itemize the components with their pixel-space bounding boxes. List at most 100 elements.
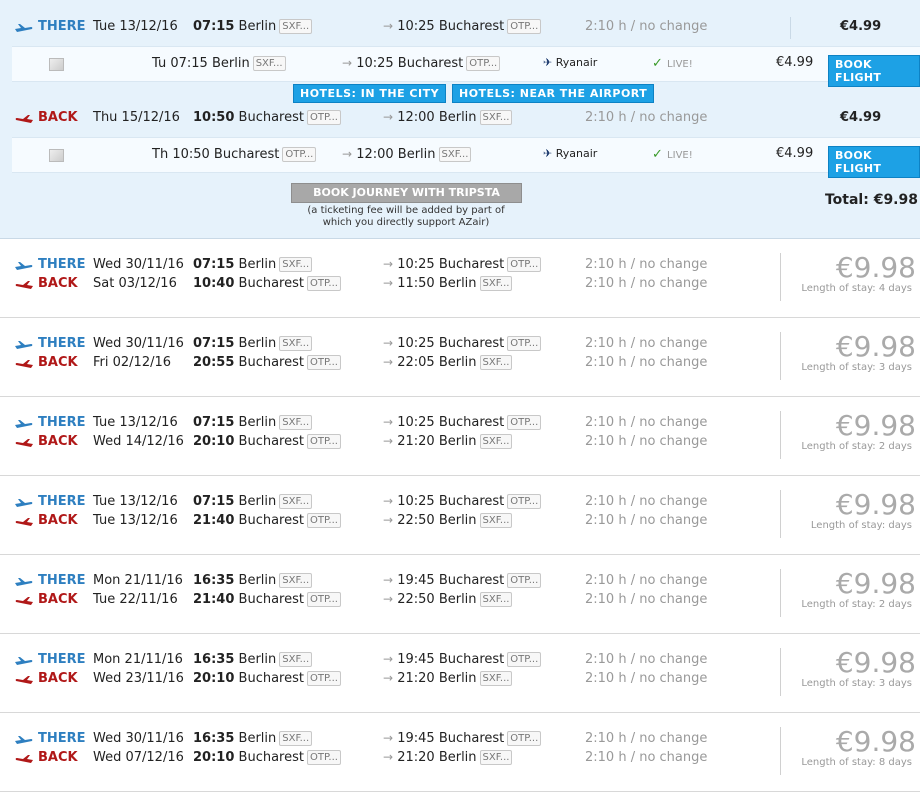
airline-logo-icon (49, 58, 64, 71)
back-departure: 21:40 Bucharest OTP... (193, 592, 341, 607)
hotels-city-button[interactable]: HOTELS: IN THE CITY (293, 84, 447, 103)
there-duration: 2:10 h / no change (585, 573, 708, 588)
arrow-right-icon: → (383, 434, 394, 448)
there-arrival: → 10:25 Bucharest OTP... (383, 336, 542, 351)
departure-city: Bucharest (238, 750, 304, 765)
divider (790, 17, 791, 39)
harp-icon: ✈︎ (543, 56, 553, 69)
airport-code: OTP... (306, 434, 341, 449)
arrival-time: 19:45 (397, 731, 435, 746)
departure-city: Berlin (238, 257, 277, 272)
back-segment: Th 10:50 Bucharest OTP... → 12:00 Berlin S… (12, 137, 920, 178)
total-price: €9.98 (835, 725, 916, 758)
departure-time: 07:15 (193, 336, 235, 351)
plane-return-icon (15, 439, 33, 447)
segment-airline: ✈︎ Ryanair (543, 56, 597, 69)
arrival-time: 10:25 (397, 257, 435, 272)
there-day: Wed 30/11/16 (93, 731, 184, 746)
arrival-time: 22:50 (397, 592, 435, 607)
airport-code: OTP... (306, 671, 341, 686)
back-label: BACK (38, 355, 78, 370)
plane-return-icon (15, 360, 33, 368)
airport-code: SXF... (279, 336, 313, 351)
there-line: THERE Wed 30/11/16 07:15 Berlin SXF... → … (0, 257, 920, 277)
plane-return-icon (15, 115, 33, 123)
arrow-right-icon: → (383, 415, 394, 429)
back-duration: 2:10 h / no change (585, 671, 708, 686)
there-label: THERE (38, 415, 86, 430)
plane-departure-icon (15, 420, 33, 428)
departure-time: 21:40 (193, 592, 235, 607)
result-row[interactable]: THERE Tue 13/12/16 07:15 Berlin SXF... → … (0, 476, 920, 555)
there-line: THERE Tue 13/12/16 07:15 Berlin SXF... → … (0, 494, 920, 514)
airport-code: SXF... (438, 147, 472, 162)
result-row[interactable]: THERE Mon 21/11/16 16:35 Berlin SXF... → … (0, 555, 920, 634)
plane-departure-icon (15, 499, 33, 507)
result-row[interactable]: THERE Tue 13/12/16 07:15 Berlin SXF... → … (0, 397, 920, 476)
book-journey-button[interactable]: BOOK JOURNEY WITH TRIPSTA (291, 183, 522, 203)
departure-city: Bucharest (238, 592, 304, 607)
departure-time: 07:15 (193, 257, 235, 272)
there-day: Mon 21/11/16 (93, 652, 183, 667)
total-price: €9.98 (835, 567, 916, 600)
arrow-right-icon: → (383, 276, 394, 290)
back-label: BACK (38, 434, 78, 449)
back-departure: 20:55 Bucharest OTP... (193, 355, 341, 370)
back-duration: 2:10 h / no change (585, 592, 708, 607)
airport-code: OTP... (282, 147, 317, 162)
back-label: BACK (38, 592, 78, 607)
segment-arr: 10:25 Bucharest (356, 56, 464, 71)
airport-code: OTP... (507, 494, 542, 509)
back-line: BACK Tue 22/11/16 21:40 Bucharest OTP... … (0, 592, 920, 612)
segment-price: €4.99 (776, 146, 814, 161)
arrival-time: 21:20 (397, 671, 435, 686)
result-row[interactable]: THERE Wed 30/11/16 07:15 Berlin SXF... → … (0, 239, 920, 318)
segment-day-time: Tu 07:15 (152, 56, 208, 71)
back-departure: 10:40 Bucharest OTP... (193, 276, 341, 291)
back-line: BACK Wed 23/11/16 20:10 Bucharest OTP... … (0, 671, 920, 691)
result-row[interactable]: THERE Mon 21/11/16 16:35 Berlin SXF... → … (0, 634, 920, 713)
airport-code: OTP... (507, 652, 542, 667)
hotels-airport-button[interactable]: HOTELS: NEAR THE AIRPORT (452, 84, 655, 103)
arrow-right-icon: → (383, 19, 394, 33)
there-line: THERE Mon 21/11/16 16:35 Berlin SXF... → … (0, 652, 920, 672)
segment-price: €4.99 (776, 55, 814, 70)
departure-time: 20:10 (193, 434, 235, 449)
there-duration: 2:10 h / no change (585, 19, 708, 34)
back-departure: 10:50 Bucharest OTP... (193, 110, 341, 125)
there-line: THERE Tue 13/12/16 07:15 Berlin SXF... → … (0, 415, 920, 435)
airport-code: OTP... (507, 573, 542, 588)
airport-code: SXF... (279, 19, 313, 34)
total-price: €9.98 (835, 646, 916, 679)
back-label: BACK (38, 513, 78, 528)
arrival-time: 10:25 (397, 336, 435, 351)
book-flight-button[interactable]: BOOK FLIGHT (828, 146, 920, 178)
result-row[interactable]: THERE Wed 30/11/16 16:35 Berlin SXF... → … (0, 713, 920, 792)
airport-code: SXF... (279, 494, 313, 509)
length-of-stay: Length of stay: 2 days (801, 441, 912, 452)
back-line: BACK Sat 03/12/16 10:40 Bucharest OTP... … (0, 276, 920, 296)
back-day: Thu 15/12/16 (93, 110, 180, 125)
length-of-stay: Length of stay: 3 days (801, 362, 912, 373)
departure-time: 07:15 (193, 415, 235, 430)
result-row[interactable]: THERE Wed 30/11/16 07:15 Berlin SXF... → … (0, 318, 920, 397)
back-day: Tue 22/11/16 (93, 592, 178, 607)
there-label: THERE (38, 257, 86, 272)
book-flight-button[interactable]: BOOK FLIGHT (828, 55, 920, 87)
there-departure: 16:35 Berlin SXF... (193, 652, 313, 667)
segment-airline: ✈︎ Ryanair (543, 147, 597, 160)
length-of-stay: Length of stay: 2 days (801, 599, 912, 610)
airport-code: OTP... (306, 355, 341, 370)
departure-city: Berlin (238, 19, 277, 34)
arrival-city: Bucharest (438, 652, 505, 667)
back-arrival: → 21:20 Berlin SXF... (383, 434, 513, 449)
arrival-city: Bucharest (438, 415, 505, 430)
there-duration: 2:10 h / no change (585, 494, 708, 509)
departure-city: Berlin (238, 731, 277, 746)
airport-code: SXF... (479, 276, 513, 291)
departure-city: Bucharest (238, 671, 304, 686)
arrival-time: 22:05 (397, 355, 435, 370)
total-price: €9.98 (835, 330, 916, 363)
total-price: €9.98 (835, 251, 916, 284)
departure-city: Berlin (238, 336, 277, 351)
